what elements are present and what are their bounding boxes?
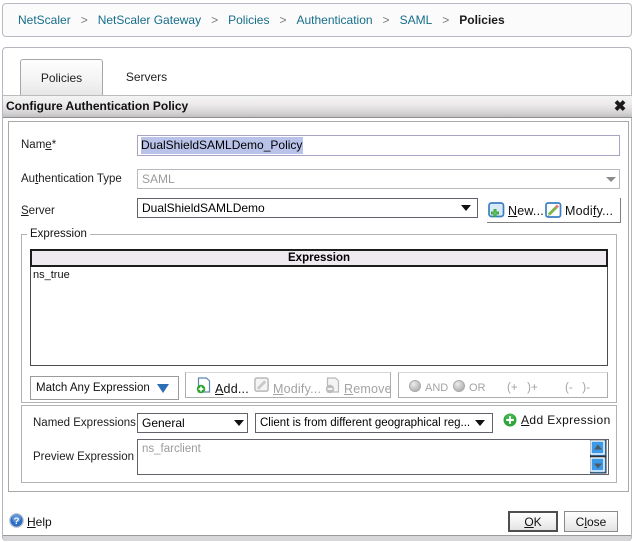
svg-text:?: ? — [14, 516, 20, 527]
